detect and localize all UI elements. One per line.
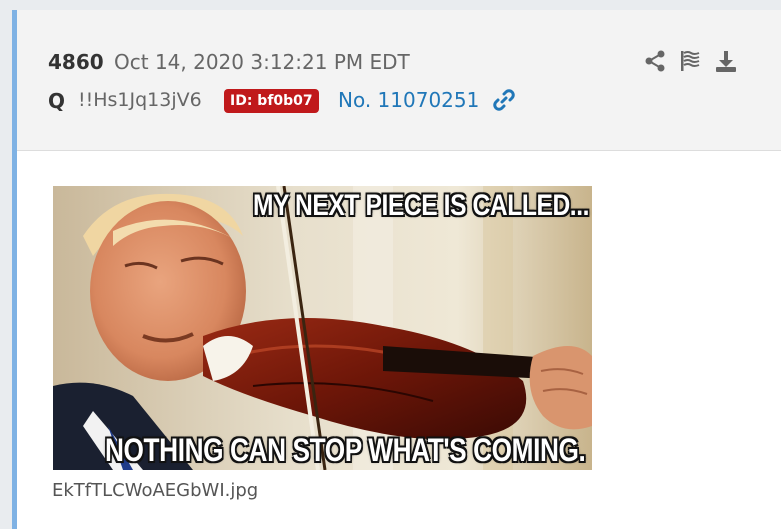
post-card: 4860 Oct 14, 2020 3:12:21 PM EDT Q !!Hs1… [12,10,781,529]
post-number: 4860 [48,50,104,74]
post-image[interactable]: MY NEXT PIECE IS CALLED... NOTHING CAN S… [53,186,592,470]
meme-image [53,186,592,470]
post-header: 4860 Oct 14, 2020 3:12:21 PM EDT Q !!Hs1… [17,10,781,151]
tripcode: !!Hs1Jq13jV6 [78,89,202,111]
flag-icon[interactable] [678,49,702,73]
author-name: Q [48,89,66,113]
id-badge: ID: bf0b07 [224,89,319,113]
post-number-link[interactable]: No. 11070251 [338,88,479,112]
meme-bottom-caption: NOTHING CAN STOP WHAT'S COMING. [105,432,586,468]
link-icon[interactable] [492,88,516,112]
image-filename[interactable]: EkTfTLCWoAEGbWI.jpg [52,480,258,501]
share-icon[interactable] [643,49,667,73]
post-date: Oct 14, 2020 3:12:21 PM EDT [114,50,410,74]
meme-top-caption: MY NEXT PIECE IS CALLED... [253,189,590,222]
download-icon[interactable] [714,49,738,73]
